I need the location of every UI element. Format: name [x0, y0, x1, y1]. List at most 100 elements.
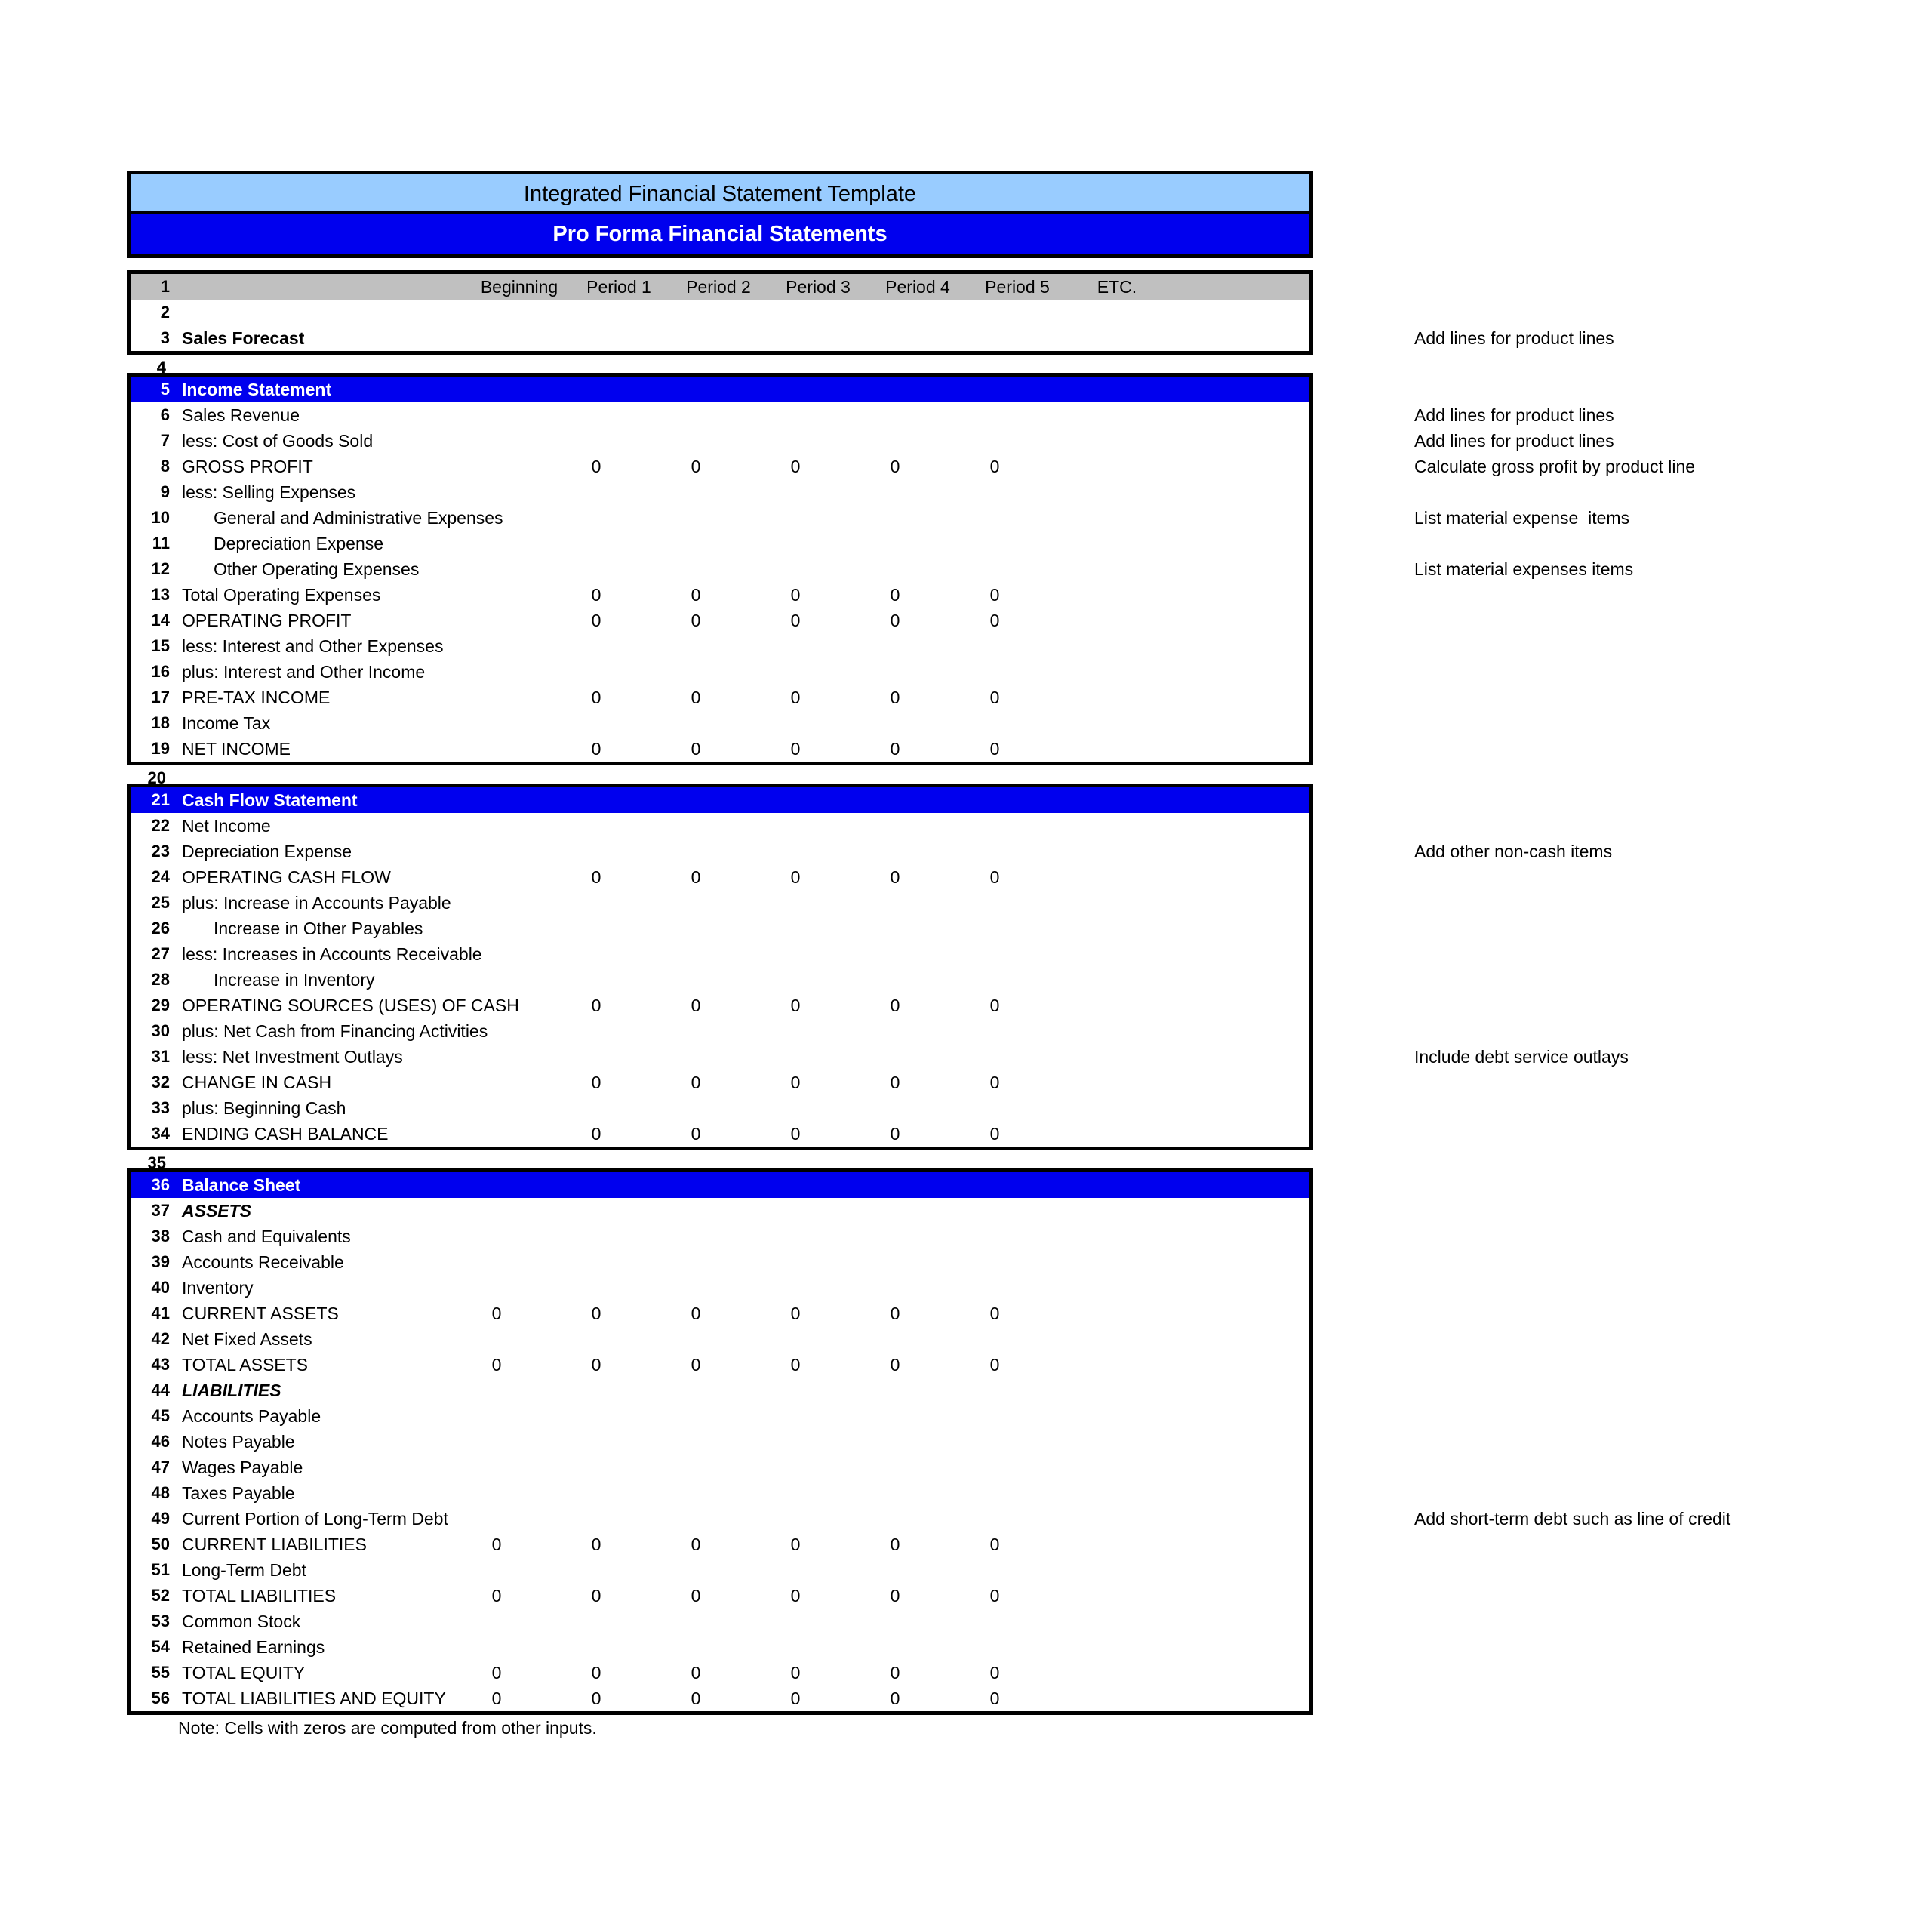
value-cell[interactable]: 0 [654, 1301, 737, 1326]
value-cell[interactable]: 0 [754, 864, 837, 890]
value-cell[interactable]: 0 [854, 1352, 937, 1378]
value-cell[interactable]: 0 [854, 1532, 937, 1557]
value-cell[interactable]: 0 [953, 1301, 1036, 1326]
spreadsheet-row[interactable]: 21 Cash Flow Statement [131, 787, 1309, 813]
spreadsheet-row[interactable]: 25 plus: Increase in Accounts Payable [131, 890, 1309, 916]
spreadsheet-row[interactable]: 23 Depreciation Expense [131, 839, 1309, 864]
value-cell[interactable]: 0 [953, 685, 1036, 710]
value-cell[interactable]: 0 [854, 1301, 937, 1326]
value-cell[interactable]: 0 [754, 1301, 837, 1326]
value-cell[interactable]: 0 [555, 1070, 638, 1095]
spreadsheet-row[interactable]: 30 plus: Net Cash from Financing Activiti… [131, 1018, 1309, 1044]
value-cell[interactable]: 0 [854, 582, 937, 608]
spreadsheet-row[interactable]: 32 CHANGE IN CASH 0 0 0 0 0 [131, 1070, 1309, 1095]
spreadsheet-row[interactable]: 6 Sales Revenue [131, 402, 1309, 428]
value-cell[interactable]: 0 [455, 1660, 538, 1686]
spreadsheet-row[interactable]: 18 Income Tax [131, 710, 1309, 736]
spreadsheet-row[interactable]: 51 Long-Term Debt [131, 1557, 1309, 1583]
spreadsheet-row[interactable]: 39 Accounts Receivable [131, 1249, 1309, 1275]
value-cell[interactable]: 0 [953, 1352, 1036, 1378]
value-cell[interactable]: 0 [555, 608, 638, 633]
value-cell[interactable]: 0 [754, 736, 837, 762]
value-cell[interactable]: 0 [654, 1660, 737, 1686]
spreadsheet-row[interactable]: 29 OPERATING SOURCES (USES) OF CASH 0 0 0 0 0 [131, 993, 1309, 1018]
spreadsheet-row[interactable]: 28 Increase in Inventory [131, 967, 1309, 993]
spreadsheet-row[interactable]: 31 less: Net Investment Outlays [131, 1044, 1309, 1070]
value-cell[interactable]: 0 [654, 1121, 737, 1147]
value-cell[interactable]: 0 [654, 582, 737, 608]
spreadsheet-row[interactable]: 15 less: Interest and Other Expenses [131, 633, 1309, 659]
spreadsheet-row[interactable]: 42 Net Fixed Assets [131, 1326, 1309, 1352]
spreadsheet-row[interactable]: 10 General and Administrative Expenses [131, 505, 1309, 531]
value-cell[interactable]: 0 [555, 1352, 638, 1378]
value-cell[interactable]: 0 [953, 1532, 1036, 1557]
spreadsheet-row[interactable]: 7 less: Cost of Goods Sold [131, 428, 1309, 454]
value-cell[interactable]: 0 [754, 454, 837, 479]
value-cell[interactable]: 0 [953, 608, 1036, 633]
value-cell[interactable]: 0 [953, 1686, 1036, 1711]
value-cell[interactable]: 0 [953, 1660, 1036, 1686]
spreadsheet-row[interactable]: 3 Sales Forecast [131, 325, 1309, 351]
value-cell[interactable]: 0 [754, 1532, 837, 1557]
spreadsheet-row[interactable]: 22 Net Income [131, 813, 1309, 839]
spreadsheet-row[interactable]: 43 TOTAL ASSETS 0 0 0 0 0 0 [131, 1352, 1309, 1378]
spreadsheet-row[interactable]: 9 less: Selling Expenses [131, 479, 1309, 505]
value-cell[interactable]: 0 [854, 1121, 937, 1147]
value-cell[interactable]: 0 [555, 1532, 638, 1557]
spreadsheet-row[interactable]: 37 ASSETS [131, 1198, 1309, 1224]
value-cell[interactable]: 0 [455, 1352, 538, 1378]
value-cell[interactable]: 0 [953, 864, 1036, 890]
spreadsheet-row[interactable]: 13 Total Operating Expenses 0 0 0 0 0 [131, 582, 1309, 608]
spreadsheet-row[interactable]: 24 OPERATING CASH FLOW 0 0 0 0 0 [131, 864, 1309, 890]
value-cell[interactable]: 0 [754, 582, 837, 608]
spreadsheet-row[interactable]: 2 [131, 300, 1309, 325]
value-cell[interactable]: 0 [953, 582, 1036, 608]
value-cell[interactable]: 0 [654, 1070, 737, 1095]
value-cell[interactable]: 0 [555, 1660, 638, 1686]
value-cell[interactable]: 0 [953, 736, 1036, 762]
spreadsheet-row[interactable]: 27 less: Increases in Accounts Receivable [131, 941, 1309, 967]
value-cell[interactable]: 0 [654, 685, 737, 710]
value-cell[interactable]: 0 [854, 454, 937, 479]
spreadsheet-row[interactable]: 11 Depreciation Expense [131, 531, 1309, 556]
value-cell[interactable]: 0 [555, 993, 638, 1018]
spreadsheet-row[interactable]: 26 Increase in Other Payables [131, 916, 1309, 941]
value-cell[interactable]: 0 [455, 1583, 538, 1609]
spreadsheet-row[interactable]: 46 Notes Payable [131, 1429, 1309, 1455]
value-cell[interactable]: 0 [754, 993, 837, 1018]
spreadsheet-row[interactable]: 48 Taxes Payable [131, 1480, 1309, 1506]
value-cell[interactable]: 0 [754, 1070, 837, 1095]
spreadsheet-row[interactable]: 53 Common Stock [131, 1609, 1309, 1634]
value-cell[interactable]: 0 [654, 608, 737, 633]
spreadsheet-row[interactable]: 34 ENDING CASH BALANCE 0 0 0 0 0 [131, 1121, 1309, 1147]
value-cell[interactable]: 0 [754, 1352, 837, 1378]
value-cell[interactable]: 0 [754, 685, 837, 710]
value-cell[interactable]: 0 [754, 1583, 837, 1609]
value-cell[interactable]: 0 [854, 1070, 937, 1095]
value-cell[interactable]: 0 [854, 685, 937, 710]
spreadsheet-row[interactable]: 5 Income Statement [131, 377, 1309, 402]
value-cell[interactable]: 0 [555, 454, 638, 479]
value-cell[interactable]: 0 [854, 1583, 937, 1609]
value-cell[interactable]: 0 [555, 736, 638, 762]
spreadsheet-row[interactable]: 41 CURRENT ASSETS 0 0 0 0 0 0 [131, 1301, 1309, 1326]
spreadsheet-row[interactable]: 44 LIABILITIES [131, 1378, 1309, 1403]
value-cell[interactable]: 0 [455, 1301, 538, 1326]
value-cell[interactable]: 0 [854, 608, 937, 633]
value-cell[interactable]: 0 [654, 1352, 737, 1378]
value-cell[interactable]: 0 [654, 864, 737, 890]
spreadsheet-row[interactable]: 54 Retained Earnings [131, 1634, 1309, 1660]
spreadsheet-row[interactable]: 1 Beginning Period 1 Period 2 Period 3 Period… [131, 274, 1309, 300]
value-cell[interactable]: 0 [654, 993, 737, 1018]
spreadsheet-row[interactable]: 47 Wages Payable [131, 1455, 1309, 1480]
value-cell[interactable]: 0 [455, 1686, 538, 1711]
spreadsheet-row[interactable]: 56 TOTAL LIABILITIES AND EQUITY 0 0 0 0 0 0 [131, 1686, 1309, 1711]
value-cell[interactable]: 0 [654, 1532, 737, 1557]
spreadsheet-row[interactable]: 8 GROSS PROFIT 0 0 0 0 0 [131, 454, 1309, 479]
value-cell[interactable]: 0 [754, 1660, 837, 1686]
spreadsheet-row[interactable]: 55 TOTAL EQUITY 0 0 0 0 0 0 [131, 1660, 1309, 1686]
value-cell[interactable]: 0 [654, 454, 737, 479]
spreadsheet-row[interactable]: 50 CURRENT LIABILITIES 0 0 0 0 0 0 [131, 1532, 1309, 1557]
value-cell[interactable]: 0 [854, 864, 937, 890]
value-cell[interactable]: 0 [854, 1686, 937, 1711]
